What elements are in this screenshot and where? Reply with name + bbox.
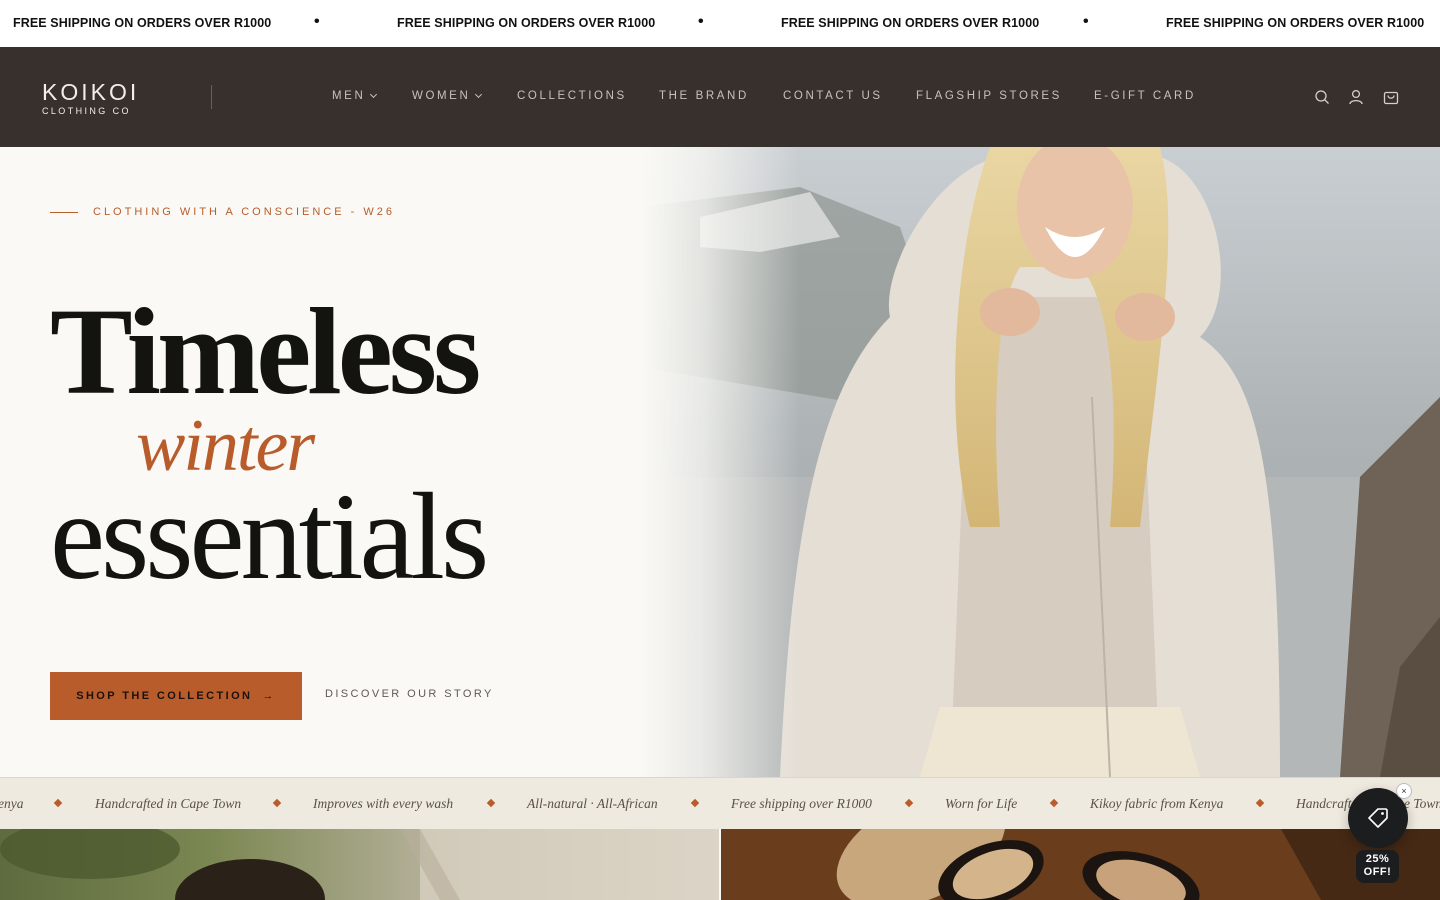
- marquee-item: Free shipping over R1000: [731, 796, 872, 811]
- announcement-bar: FREE SHIPPING ON ORDERS OVER R1000 • FRE…: [0, 0, 1440, 47]
- diamond-icon: [272, 798, 282, 808]
- nav-item-women[interactable]: WOMEN: [412, 90, 483, 102]
- category-tile-image[interactable]: [721, 829, 1440, 900]
- nav-item-contact-us[interactable]: CONTACT US: [783, 90, 883, 102]
- header-divider: [211, 85, 212, 109]
- logo-wordmark: KOIKOI: [42, 79, 140, 105]
- announcement-separator: •: [698, 13, 704, 30]
- search-icon[interactable]: [1313, 88, 1331, 106]
- hero-headline-line-3: essentials: [50, 468, 489, 605]
- nav-item-e-gift-card[interactable]: E-GIFT CARD: [1094, 90, 1196, 102]
- chevron-down-icon: [475, 90, 483, 99]
- announcement-message: FREE SHIPPING ON ORDERS OVER R1000: [781, 16, 1040, 30]
- diamond-icon: [1049, 798, 1059, 808]
- nav-item-flagship-stores[interactable]: FLAGSHIP STORES: [916, 90, 1062, 102]
- marquee-item: Worn for Life: [945, 796, 1018, 811]
- nav-label: MEN: [332, 90, 366, 102]
- category-tiles: [0, 829, 1440, 900]
- diamond-icon: [1255, 798, 1265, 808]
- announcement-separator: •: [1083, 13, 1089, 30]
- eyebrow-text: CLOTHING WITH A CONSCIENCE - W26: [93, 206, 395, 218]
- announcement-separator: •: [314, 13, 320, 30]
- marquee-item: Improves with every wash: [313, 796, 454, 811]
- values-marquee: enya Handcrafted in Cape Town Improves w…: [0, 777, 1440, 829]
- hero-image: [640, 147, 1440, 777]
- discount-label[interactable]: 25% OFF!: [1356, 850, 1399, 883]
- shop-collection-button[interactable]: SHOP THE COLLECTION →: [50, 672, 302, 720]
- diamond-icon: [53, 798, 63, 808]
- chevron-down-icon: [370, 90, 378, 99]
- marquee-item: Handcrafted in Cape Town: [95, 796, 242, 811]
- cta-label: SHOP THE COLLECTION: [76, 690, 253, 702]
- hero-headline-line-1: Timeless: [50, 283, 481, 420]
- eyebrow-rule: [50, 211, 78, 213]
- site-header: KOIKOI CLOTHING CO MEN WOMEN COLLECTIONS…: [0, 47, 1440, 147]
- marquee-item: All-natural · All-African: [527, 796, 658, 811]
- arrow-right-icon: →: [262, 690, 276, 702]
- category-tile-image[interactable]: [0, 829, 719, 900]
- nav-item-the-brand[interactable]: THE BRAND: [659, 90, 749, 102]
- diamond-icon: [690, 798, 700, 808]
- close-icon[interactable]: ×: [1396, 783, 1412, 799]
- hero-section: CLOTHING WITH A CONSCIENCE - W26 Timeles…: [0, 147, 1440, 777]
- brand-logo[interactable]: KOIKOI CLOTHING CO: [42, 81, 139, 116]
- account-icon[interactable]: [1347, 88, 1365, 106]
- cart-icon[interactable]: [1382, 88, 1400, 106]
- nav-item-men[interactable]: MEN: [332, 90, 378, 102]
- logo-tagline: CLOTHING CO: [42, 106, 131, 116]
- announcement-message: FREE SHIPPING ON ORDERS OVER R1000: [1166, 16, 1425, 30]
- announcement-message: FREE SHIPPING ON ORDERS OVER R1000: [397, 16, 656, 30]
- discover-story-link[interactable]: DISCOVER OUR STORY: [325, 688, 494, 700]
- nav-item-collections[interactable]: COLLECTIONS: [517, 90, 627, 102]
- announcement-message: FREE SHIPPING ON ORDERS OVER R1000: [13, 16, 272, 30]
- hero-eyebrow: CLOTHING WITH A CONSCIENCE - W26: [50, 206, 395, 218]
- diamond-icon: [904, 798, 914, 808]
- marquee-item: enya: [0, 796, 24, 811]
- tag-icon: [1368, 808, 1388, 828]
- discount-off: OFF!: [1363, 866, 1392, 878]
- discount-percent: 25%: [1365, 853, 1390, 865]
- marquee-item: Kikoy fabric from Kenya: [1090, 796, 1224, 811]
- nav-label: WOMEN: [412, 90, 471, 102]
- diamond-icon: [486, 798, 496, 808]
